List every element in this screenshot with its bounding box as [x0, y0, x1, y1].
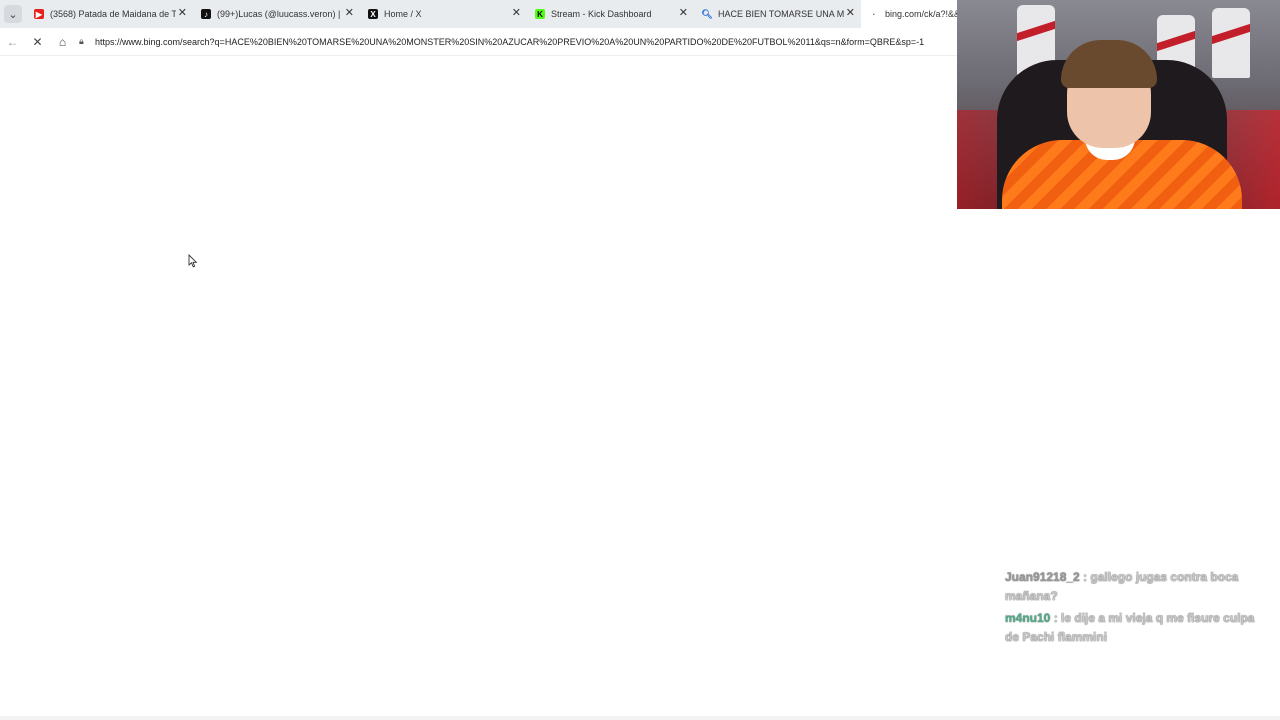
tab-title: HACE BIEN TOMARSE UNA MONS: [718, 9, 844, 19]
close-icon[interactable]: ✕: [345, 8, 354, 19]
tab-kick[interactable]: K Stream - Kick Dashboard ✕: [527, 0, 694, 28]
wall-jersey: [1212, 8, 1250, 78]
close-icon[interactable]: ✕: [512, 8, 521, 19]
close-icon[interactable]: ✕: [178, 8, 187, 19]
tab-tiktok[interactable]: ♪ (99+)Lucas (@luucass.veron) | TikT ✕: [193, 0, 360, 28]
chat-username: Juan91218_2: [1005, 570, 1080, 584]
chevron-down-icon: ⌄: [4, 5, 22, 23]
page-bottom-edge: [0, 716, 1280, 720]
tab-search-button[interactable]: ⌄: [0, 0, 26, 28]
address-bar[interactable]: https://www.bing.com/search?q=HACE%20BIE…: [95, 37, 955, 47]
stop-loading-icon[interactable]: ✕: [25, 28, 50, 56]
tab-youtube[interactable]: ▶ (3568) Patada de Maidana de Téve ✕: [26, 0, 193, 28]
loading-icon: ·: [872, 9, 876, 19]
tab-x[interactable]: X Home / X ✕: [360, 0, 527, 28]
close-icon[interactable]: ✕: [846, 8, 855, 19]
tab-title: Stream - Kick Dashboard: [551, 9, 652, 19]
screen: ⌄ ▶ (3568) Patada de Maidana de Téve ✕ ♪…: [0, 0, 1280, 720]
lock-icon[interactable]: 🔒︎: [79, 36, 93, 47]
close-icon[interactable]: ✕: [679, 8, 688, 19]
chat-overlay: Juan91218_2 : gallego jugas contra boca …: [1005, 568, 1255, 650]
tab-title: (3568) Patada de Maidana de Téve: [50, 9, 176, 19]
youtube-icon: ▶: [34, 9, 44, 19]
chat-message: Juan91218_2 : gallego jugas contra boca …: [1005, 568, 1255, 606]
tab-bing-search[interactable]: 🔍︎ HACE BIEN TOMARSE UNA MONS ✕: [694, 0, 861, 28]
back-arrow-icon[interactable]: ←: [0, 28, 25, 56]
home-icon[interactable]: ⌂: [50, 28, 75, 56]
chat-separator: :: [1079, 570, 1091, 584]
chat-username: m4nu10: [1005, 611, 1051, 625]
chat-message: m4nu10 : le dije a mi vieja q me fisure …: [1005, 609, 1255, 647]
chat-separator: :: [1050, 611, 1062, 625]
mouse-cursor-icon: [188, 254, 198, 268]
tab-title: Home / X: [384, 9, 422, 19]
tiktok-icon: ♪: [201, 9, 211, 19]
kick-icon: K: [535, 9, 545, 19]
bing-search-icon: 🔍︎: [701, 8, 713, 19]
x-icon: X: [368, 9, 378, 19]
tab-title: (99+)Lucas (@luucass.veron) | TikT: [217, 9, 343, 19]
webcam-overlay: [957, 0, 1280, 209]
